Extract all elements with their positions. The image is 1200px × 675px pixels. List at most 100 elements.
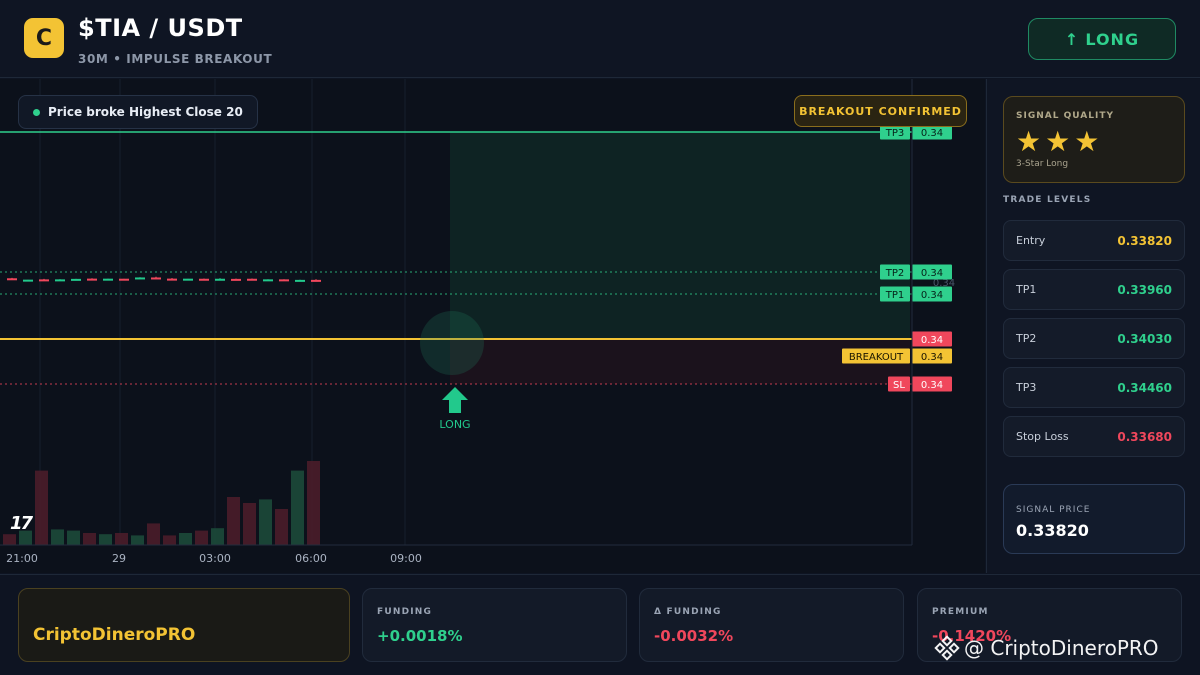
arrow-up-icon: ↑: [1064, 29, 1080, 49]
time-axis-label: 29: [112, 552, 126, 565]
footer: CriptoDineroPRO FUNDING +0.0018% Δ FUNDI…: [0, 574, 1200, 675]
pair-subtitle: 30M • IMPULSE BREAKOUT: [78, 52, 273, 66]
trade-level-name: Entry: [1016, 234, 1046, 247]
long-button-label: LONG: [1085, 29, 1140, 49]
tradingview-logo: 17: [10, 513, 33, 534]
indicator-pill: Price broke Highest Close 20: [18, 95, 258, 129]
volume-bar: [163, 535, 176, 545]
candle-body: [183, 278, 193, 281]
signal-quality-label: SIGNAL QUALITY: [1016, 111, 1114, 121]
status-dot-icon: [33, 108, 40, 116]
take-profit-zone: [450, 132, 910, 339]
volume-bar: [227, 497, 240, 545]
signal-price-value: 0.33820: [1016, 521, 1089, 540]
trade-level-row: TP2 0.34030: [1003, 318, 1185, 359]
trade-level-name: TP1: [1016, 283, 1037, 296]
price-tag-value: 0.34: [921, 128, 943, 139]
trade-level-value: 0.34030: [1117, 331, 1172, 346]
trade-level-name: TP2: [1016, 332, 1037, 345]
price-tag-value: 0.34: [921, 290, 943, 301]
candle-body: [135, 277, 145, 280]
right-panel: SIGNAL QUALITY ★★★ 3-Star Long TRADE LEV…: [986, 79, 1200, 573]
delta-funding-label: Δ FUNDING: [654, 607, 722, 617]
trade-level-name: Stop Loss: [1016, 430, 1069, 443]
signal-quality-sub: 3-Star Long: [1016, 159, 1069, 169]
volume-bar: [3, 534, 16, 545]
candle-body: [71, 278, 81, 281]
delta-funding-value: -0.0032%: [654, 627, 734, 645]
candle-body: [295, 279, 305, 282]
candle-body: [7, 278, 17, 281]
trade-level-row: Stop Loss 0.33680: [1003, 416, 1185, 457]
candle-body: [39, 279, 49, 282]
breakout-confirmed-badge: BREAKOUT CONFIRMED: [794, 95, 967, 127]
long-button[interactable]: ↑ LONG: [1028, 18, 1176, 60]
binance-icon: [934, 635, 960, 661]
app: C $TIA / USDT 30M • IMPULSE BREAKOUT ↑ L…: [0, 0, 1200, 675]
volume-bar: [179, 533, 192, 545]
volume-bar: [195, 530, 208, 545]
volume-bar: [211, 528, 224, 545]
funding-value: +0.0018%: [377, 627, 463, 645]
star-rating-icon: ★★★: [1016, 125, 1104, 158]
volume-bar: [243, 503, 256, 545]
chart-svg[interactable]: LONG0.34TP3 0.34TP2 0.34TP1 0.340.34BREAKOU…: [0, 79, 985, 573]
trade-level-row: TP1 0.33960: [1003, 269, 1185, 310]
signal-price-label: SIGNAL PRICE: [1016, 505, 1091, 515]
volume-bar: [83, 533, 96, 545]
candle-body: [263, 279, 273, 282]
signal-quality-card: SIGNAL QUALITY ★★★ 3-Star Long: [1003, 96, 1185, 183]
trade-levels-title: TRADE LEVELS: [1003, 195, 1092, 205]
stop-loss-zone: [450, 339, 910, 384]
brand-logo: C: [24, 18, 64, 58]
pair-title: $TIA / USDT: [78, 14, 243, 42]
signal-price-card: SIGNAL PRICE 0.33820: [1003, 484, 1185, 554]
volume-bar: [259, 499, 272, 545]
price-tag-label: BREAKOUT: [849, 352, 904, 363]
candle-body: [119, 278, 129, 281]
long-signal-label: LONG: [439, 418, 470, 431]
price-tag-value: 0.34: [921, 335, 943, 346]
volume-bar: [67, 530, 80, 545]
premium-label: PREMIUM: [932, 607, 989, 617]
price-tag-value: 0.34: [921, 352, 943, 363]
volume-bar: [275, 509, 288, 545]
candle-body: [231, 278, 241, 281]
candle-body: [151, 277, 161, 280]
volume-bar: [115, 533, 128, 545]
volume-bar: [291, 470, 304, 545]
brand-name: CriptoDineroPRO: [33, 625, 196, 645]
volume-bar: [51, 529, 64, 545]
candle-body: [103, 278, 113, 281]
trade-level-value: 0.33960: [1117, 282, 1172, 297]
delta-funding-card: Δ FUNDING -0.0032%: [639, 588, 904, 662]
candle-body: [215, 278, 225, 281]
candle-body: [199, 278, 209, 281]
price-tag-label: TP3: [885, 128, 905, 139]
volume-bar: [131, 535, 144, 545]
volume-bar: [35, 470, 48, 545]
price-tag-label: TP1: [885, 290, 905, 301]
trade-level-value: 0.34460: [1117, 380, 1172, 395]
header: C $TIA / USDT 30M • IMPULSE BREAKOUT ↑ L…: [0, 0, 1200, 78]
signal-glow: [420, 311, 484, 375]
time-axis-label: 21:00: [6, 552, 38, 565]
trade-level-row: TP3 0.34460: [1003, 367, 1185, 408]
price-tag-value: 0.34: [921, 380, 943, 391]
price-tag-label: TP2: [885, 268, 905, 279]
candle-body: [23, 279, 33, 282]
volume-bar: [147, 523, 160, 545]
candle-body: [279, 279, 289, 282]
candle-body: [167, 278, 177, 281]
funding-label: FUNDING: [377, 607, 433, 617]
price-tag-value: 0.34: [921, 268, 943, 279]
time-axis-label: 03:00: [199, 552, 231, 565]
price-tag-label: SL: [893, 380, 905, 391]
candle-body: [87, 278, 97, 281]
trade-level-name: TP3: [1016, 381, 1037, 394]
price-chart[interactable]: LONG 0.34 TP3 0.34 TP2 0.34 TP1 0.34 0.34 BREAKOU…: [0, 79, 985, 573]
volume-bar: [307, 461, 320, 545]
trade-level-value: 0.33680: [1117, 429, 1172, 444]
watermark: @ CriptoDineroPRO: [934, 635, 1159, 661]
candle-body: [311, 279, 321, 282]
